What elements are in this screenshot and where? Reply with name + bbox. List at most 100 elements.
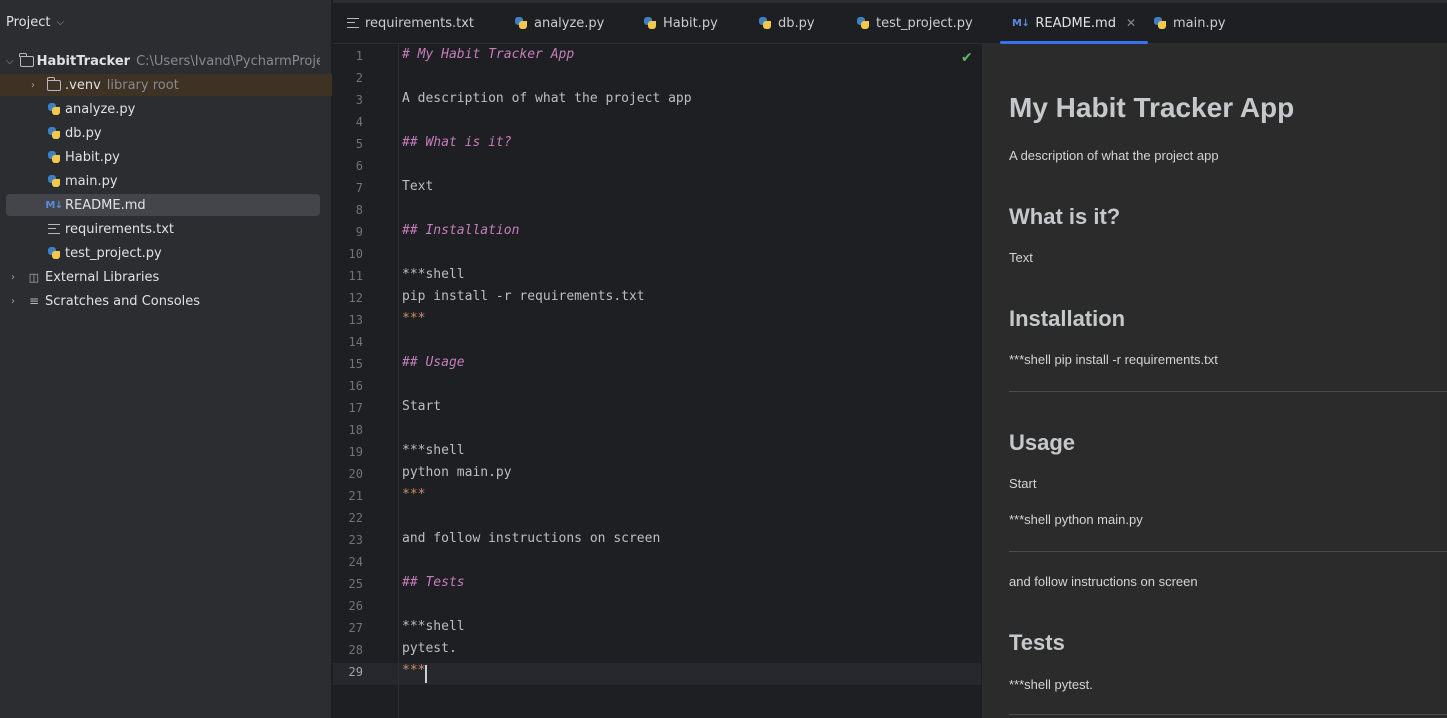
line-number[interactable]: 4 — [333, 115, 363, 129]
tab-label: db.py — [778, 15, 815, 31]
preview-usage-start: Start — [1009, 476, 1037, 491]
code-editor[interactable]: 1 2 3 4 5 6 7 8 9 10 11 12 13 14 15 16 17 18 19 20 21 22 23 24 2… — [333, 44, 981, 718]
file-label: Habit.py — [65, 149, 120, 165]
tab-label: test_project.py — [876, 15, 973, 31]
line-number[interactable]: 20 — [333, 467, 363, 481]
chevron-right-icon[interactable]: › — [6, 296, 20, 307]
line-number[interactable]: 13 — [333, 313, 363, 327]
line-number[interactable]: 7 — [333, 181, 363, 195]
code-line[interactable]: *** — [402, 663, 425, 678]
line-number[interactable]: 16 — [333, 379, 363, 393]
code-line[interactable]: pip install -r requirements.txt — [402, 289, 645, 304]
tree-item-scratches[interactable]: › ≡ Scratches and Consoles — [6, 290, 320, 312]
code-line[interactable]: python main.py — [402, 465, 512, 480]
line-number[interactable]: 17 — [333, 401, 363, 415]
code-line[interactable]: Start — [402, 399, 441, 414]
line-number[interactable]: 29 — [333, 665, 363, 679]
close-icon[interactable]: ✕ — [1126, 16, 1136, 30]
tree-item-main-py[interactable]: main.py — [6, 170, 320, 192]
code-line[interactable]: and follow instructions on screen — [402, 531, 660, 546]
line-number[interactable]: 26 — [333, 599, 363, 613]
line-number[interactable]: 12 — [333, 291, 363, 305]
line-number[interactable]: 9 — [333, 225, 363, 239]
line-number[interactable]: 5 — [333, 137, 363, 151]
markdown-file-icon: M↓ — [1012, 17, 1030, 29]
project-view-selector[interactable]: Project ⌵ — [0, 0, 331, 44]
line-number[interactable]: 28 — [333, 643, 363, 657]
chevron-right-icon[interactable]: › — [26, 80, 40, 91]
code-line[interactable]: ***shell — [402, 619, 465, 634]
code-line[interactable]: ***shell — [402, 267, 465, 282]
code-line[interactable]: Text — [402, 179, 433, 194]
venv-label: .venv — [65, 77, 101, 93]
line-number[interactable]: 6 — [333, 159, 363, 173]
line-number-gutter[interactable]: 1 2 3 4 5 6 7 8 9 10 11 12 13 14 15 16 17 18 19 20 21 22 23 24 2… — [333, 44, 399, 718]
tab-requirements-txt[interactable]: requirements.txt — [347, 3, 474, 43]
tree-item-test-project-py[interactable]: test_project.py — [6, 242, 320, 264]
line-number[interactable]: 25 — [333, 577, 363, 591]
preview-heading-tests: Tests — [1009, 630, 1065, 655]
code-line[interactable]: ## What is it? — [402, 135, 512, 150]
code-line[interactable]: *** — [402, 487, 425, 502]
line-number[interactable]: 3 — [333, 93, 363, 107]
file-label: requirements.txt — [65, 221, 175, 237]
line-number[interactable]: 18 — [333, 423, 363, 437]
tree-item-readme-md[interactable]: M↓ README.md — [6, 194, 320, 216]
project-root-path: C:\Users\Ivand\PycharmProjects — [136, 53, 320, 69]
code-line[interactable]: ***shell — [402, 443, 465, 458]
tab-test-project-py[interactable]: test_project.py — [856, 3, 973, 43]
project-tool-window: Project ⌵ ⌵ HabitTracker C:\Users\Ivand\… — [0, 0, 332, 718]
tree-item-habit-py[interactable]: Habit.py — [6, 146, 320, 168]
tab-analyze-py[interactable]: analyze.py — [514, 3, 604, 43]
code-line[interactable]: ## Installation — [402, 223, 519, 238]
scratches-icon: ≡ — [28, 294, 40, 308]
line-number[interactable]: 10 — [333, 247, 363, 261]
checkmark-icon[interactable]: ✔ — [961, 50, 973, 66]
line-number[interactable]: 22 — [333, 511, 363, 525]
tree-item-habittracker[interactable]: ⌵ HabitTracker C:\Users\Ivand\PycharmPro… — [6, 50, 320, 72]
preview-divider — [1009, 714, 1447, 715]
tree-item-requirements-txt[interactable]: requirements.txt — [6, 218, 320, 240]
line-number[interactable]: 24 — [333, 555, 363, 569]
line-number[interactable]: 21 — [333, 489, 363, 503]
current-line-highlight — [333, 663, 981, 685]
tab-label: requirements.txt — [365, 15, 475, 31]
python-file-icon — [514, 16, 528, 30]
line-number[interactable]: 11 — [333, 269, 363, 283]
folder-icon — [19, 52, 34, 69]
file-label: README.md — [65, 197, 146, 213]
line-number[interactable]: 27 — [333, 621, 363, 635]
code-line[interactable]: A description of what the project app — [402, 91, 692, 106]
code-line[interactable]: # My Habit Tracker App — [402, 47, 574, 62]
tab-db-py[interactable]: db.py — [758, 3, 815, 43]
tab-label: Habit.py — [663, 15, 718, 31]
code-line[interactable]: pytest. — [402, 641, 457, 656]
line-number[interactable]: 2 — [333, 71, 363, 85]
line-number[interactable]: 23 — [333, 533, 363, 547]
preview-heading-what: What is it? — [1009, 204, 1121, 229]
tab-readme-md[interactable]: M↓ README.md ✕ — [999, 3, 1149, 44]
line-number[interactable]: 15 — [333, 357, 363, 371]
tab-habit-py[interactable]: Habit.py — [643, 3, 718, 43]
external-libraries-label: External Libraries — [45, 269, 160, 285]
code-line[interactable]: ## Usage — [402, 355, 465, 370]
tab-main-py[interactable]: main.py — [1153, 3, 1226, 43]
tab-label: README.md — [1035, 15, 1116, 31]
tree-item-analyze-py[interactable]: analyze.py — [6, 98, 320, 120]
preview-what-text: Text — [1009, 250, 1033, 265]
chevron-down-icon[interactable]: ⌵ — [6, 56, 14, 67]
tree-item-external-libraries[interactable]: › ◫ External Libraries — [6, 266, 320, 288]
line-number[interactable]: 19 — [333, 445, 363, 459]
preview-divider — [1009, 391, 1447, 392]
line-number[interactable]: 8 — [333, 203, 363, 217]
line-number[interactable]: 1 — [333, 49, 363, 63]
tree-item-db-py[interactable]: db.py — [6, 122, 320, 144]
code-line[interactable]: *** — [402, 311, 425, 326]
chevron-right-icon[interactable]: › — [6, 272, 20, 283]
python-file-icon — [46, 245, 62, 261]
scratches-label: Scratches and Consoles — [45, 293, 201, 309]
preview-usage-shell: ***shell python main.py — [1009, 512, 1143, 527]
tree-item-venv[interactable]: › .venv library root — [0, 74, 332, 96]
code-line[interactable]: ## Tests — [402, 575, 465, 590]
line-number[interactable]: 14 — [333, 335, 363, 349]
